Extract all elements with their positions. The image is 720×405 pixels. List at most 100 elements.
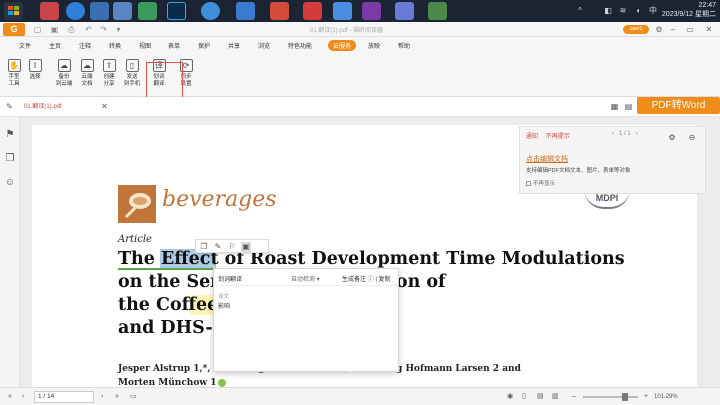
single-page-icon[interactable]: ▯ <box>522 392 526 402</box>
taskbar-app-icon[interactable] <box>362 2 381 20</box>
language-detect-dropdown[interactable]: 自动检测 ▾ <box>291 274 320 283</box>
continuous-icon[interactable]: ▤ <box>537 392 544 402</box>
two-page-icon[interactable]: ▥ <box>552 392 559 402</box>
menu-slideshow[interactable]: 放映 <box>368 41 380 50</box>
print-icon[interactable]: ⎙ <box>67 25 76 34</box>
menu-browse[interactable]: 浏览 <box>258 41 270 50</box>
taskbar-app-icon[interactable] <box>236 2 255 20</box>
comment-icon[interactable]: ☺ <box>4 177 16 189</box>
fit-page-icon[interactable]: ▭ <box>130 392 137 402</box>
edit-document-link[interactable]: 点击编辑文档 <box>526 154 568 164</box>
app-logo[interactable]: G <box>3 23 25 36</box>
pdf-to-word-button[interactable]: PDF转Word <box>637 97 720 114</box>
undo-icon[interactable]: ↶ <box>84 25 93 34</box>
generate-note-button[interactable]: 生成备注 ⓘ | 复制 <box>342 274 391 283</box>
last-page-icon[interactable]: » <box>115 392 119 402</box>
menu-home[interactable]: 主页 <box>49 41 61 50</box>
notice-tab-dont-remind[interactable]: 不再提示 <box>546 134 570 140</box>
clock[interactable]: 22:47 2023/9/12 星期二 <box>662 1 716 19</box>
settings-icon[interactable]: ⚙ <box>667 133 677 143</box>
photoshop-icon[interactable] <box>167 2 186 20</box>
customize-icon[interactable]: ▾ <box>114 25 123 34</box>
taskbar-app-icon[interactable] <box>66 2 85 20</box>
taskbar-app-icon[interactable] <box>90 2 109 20</box>
status-bar: « ‹ 1 / 14 › » ▭ ◉ ▯ ▤ ▥ – + 101.29% <box>0 387 720 405</box>
menu-comment[interactable]: 注释 <box>79 41 91 50</box>
page-number-input[interactable]: 1 / 14 <box>34 391 94 403</box>
select-tool-button[interactable]: I 选择 <box>23 59 47 81</box>
bookmark-icon[interactable]: ⚑ <box>4 129 16 141</box>
notice-tabs: 通知 不再提示 <box>526 131 570 140</box>
zoom-in-icon[interactable]: + <box>644 392 648 402</box>
first-page-icon[interactable]: « <box>8 392 12 402</box>
menu-form[interactable]: 表单 <box>168 41 180 50</box>
grid-view-icon[interactable]: ▦ <box>610 102 619 111</box>
notice-tab-notify[interactable]: 通知 <box>526 134 538 140</box>
prev-page-icon[interactable]: ‹ <box>22 392 24 402</box>
zoom-slider-handle[interactable] <box>622 393 628 401</box>
taskbar-app-icon[interactable] <box>333 2 352 20</box>
journal-name: beverages <box>162 187 277 212</box>
minimize-button[interactable]: – <box>667 24 679 35</box>
share-icon: ⇪ <box>102 59 116 72</box>
taskbar-app-icon[interactable] <box>270 2 289 20</box>
menu-convert[interactable]: 转换 <box>109 41 121 50</box>
open-icon[interactable]: ▢ <box>33 25 42 34</box>
maximize-button[interactable]: ▭ <box>684 24 696 35</box>
taskbar-app-icon[interactable] <box>40 2 59 20</box>
translate-icon[interactable]: ▣ <box>241 242 251 252</box>
network-icon[interactable]: ◧ <box>603 6 613 16</box>
dont-show-checkbox[interactable]: 不再显示 <box>526 179 555 187</box>
zoom-out-icon[interactable]: – <box>572 392 576 402</box>
input-method-icon[interactable]: 中 <box>648 6 658 16</box>
read-mode-icon[interactable]: ◉ <box>507 392 513 402</box>
minimize-panel-icon[interactable]: ⊖ <box>687 133 697 143</box>
menu-file[interactable]: 文件 <box>19 41 31 50</box>
zoom-slider[interactable] <box>583 396 638 398</box>
zoom-level[interactable]: 101.29% <box>654 392 678 402</box>
copy-icon[interactable]: ❐ <box>199 242 209 252</box>
menu-cloud-service[interactable]: 云服务 <box>328 40 357 51</box>
close-button[interactable]: ✕ <box>703 24 715 35</box>
title-line-4[interactable]: and DHS- <box>118 317 213 339</box>
checkbox-box <box>526 181 531 187</box>
menu-protect[interactable]: 保护 <box>198 41 210 50</box>
taskbar-app-icon[interactable] <box>201 2 220 20</box>
tile-view-icon[interactable]: ▤ <box>624 102 633 111</box>
highlight-pen-icon[interactable]: ✎ <box>213 242 223 252</box>
authors-line-2-text[interactable]: Morten Münchow 1 <box>118 378 217 387</box>
settings-icon[interactable]: ⚙ <box>653 24 665 35</box>
taskbar-app-icon[interactable] <box>428 2 447 20</box>
document-tab[interactable]: 01.翻译(1).pdf <box>20 100 100 114</box>
volume-icon[interactable]: ◖ <box>633 6 643 16</box>
send-to-phone-button[interactable]: ▯ 发送 到手机 <box>120 59 144 88</box>
clock-time: 22:47 <box>698 2 716 9</box>
menu-share[interactable]: 共享 <box>228 41 240 50</box>
pages-icon[interactable]: ❐ <box>4 153 16 165</box>
user-button[interactable]: user1 <box>623 25 649 34</box>
tool-label: 选择 <box>29 74 41 80</box>
title-line-1[interactable]: The Effect of Roast Development Time Mod… <box>118 248 625 270</box>
tab-close-icon[interactable]: ✕ <box>100 102 109 111</box>
orcid-icon[interactable] <box>217 378 226 387</box>
taskbar-app-icon[interactable] <box>395 2 414 20</box>
save-icon[interactable]: ▣ <box>50 25 59 34</box>
taskbar-app-icon[interactable] <box>138 2 157 20</box>
cursor-icon: I <box>28 59 42 72</box>
menu-view[interactable]: 视图 <box>139 41 151 50</box>
create-share-button[interactable]: ⇪ 创建 分享 <box>97 59 121 88</box>
redo-icon[interactable]: ↷ <box>99 25 108 34</box>
next-page-icon[interactable]: › <box>101 392 103 402</box>
menu-help[interactable]: 帮助 <box>398 41 410 50</box>
tray-arrow-icon[interactable]: ^ <box>575 6 585 16</box>
wifi-icon[interactable]: ≋ <box>618 6 628 16</box>
backup-cloud-button[interactable]: ☁ 备份 到云端 <box>52 59 76 88</box>
edit-icon[interactable]: ✎ <box>5 102 14 111</box>
menu-features[interactable]: 特色功能 <box>288 41 312 50</box>
start-button[interactable] <box>4 2 23 20</box>
taskbar-app-icon[interactable] <box>303 2 322 20</box>
cloud-docs-button[interactable]: ☁ 云端 文档 <box>75 59 99 88</box>
cloud-upload-icon: ☁ <box>57 59 71 72</box>
bookmark-add-icon[interactable]: ⚐ <box>227 242 237 252</box>
taskbar-app-icon[interactable] <box>113 2 132 20</box>
